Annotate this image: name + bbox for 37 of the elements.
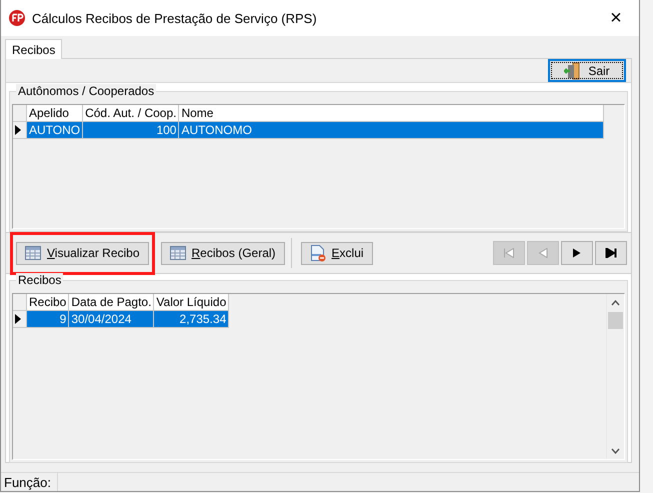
next-record-icon	[572, 248, 582, 258]
first-record-icon	[503, 248, 515, 258]
table-icon	[170, 246, 186, 260]
table-cell: 2,735.34	[154, 310, 229, 328]
close-button[interactable]: ×	[593, 0, 639, 36]
tab[interactable]: Recibos	[5, 39, 62, 59]
navigator-button[interactable]	[595, 241, 627, 265]
column-header[interactable]: Nome	[178, 105, 604, 122]
toolbar-button[interactable]: Exclui	[300, 242, 373, 264]
table-cell: 100	[82, 122, 179, 138]
app-logo-icon	[9, 10, 25, 26]
navigator-button[interactable]	[561, 241, 593, 265]
table-cell: 9	[26, 310, 69, 328]
table-cell: 30/04/2024	[68, 310, 154, 328]
column-header[interactable]: Data de Pagto.	[68, 294, 154, 310]
exit-button[interactable]: Sair	[548, 59, 626, 82]
exit-door-icon	[564, 62, 582, 80]
table-icon	[25, 246, 41, 260]
last-record-icon	[605, 248, 617, 258]
scroll-up-icon[interactable]	[611, 300, 620, 306]
document-delete-icon	[310, 244, 326, 262]
table-cell: AUTONO	[26, 122, 83, 138]
group-title: Recibos	[16, 273, 64, 287]
status-label: Função:	[1, 473, 58, 491]
toolbar-button[interactable]: Recibos (Geral)	[160, 242, 285, 264]
previous-record-icon	[538, 248, 548, 258]
column-header[interactable]: Recibo	[26, 294, 69, 310]
group-title: Autônomos / Cooperados	[16, 84, 156, 98]
column-header[interactable]: Apelido	[26, 105, 83, 122]
scroll-down-icon[interactable]	[611, 448, 620, 454]
window-title: Cálculos Recibos de Prestação de Serviço (RPS)	[32, 10, 318, 26]
scroll-thumb[interactable]	[608, 312, 623, 329]
column-header[interactable]: Valor Líquido	[154, 294, 229, 310]
column-header[interactable]: Cód. Aut. / Coop.	[82, 105, 179, 122]
table-cell: AUTONOMO	[178, 122, 604, 138]
vertical-scrollbar[interactable]	[606, 294, 624, 459]
toolbar-button[interactable]: Visualizar Recibo	[16, 242, 148, 264]
